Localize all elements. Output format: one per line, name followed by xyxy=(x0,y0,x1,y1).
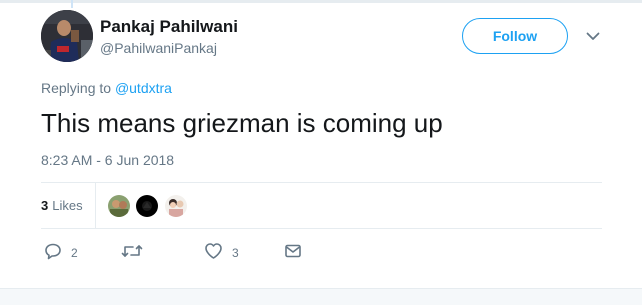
reply-count: 2 xyxy=(71,246,78,260)
top-border xyxy=(0,0,642,3)
like-action[interactable]: 3 xyxy=(204,242,239,265)
like-count: 3 xyxy=(232,246,239,260)
reply-icon xyxy=(44,242,62,265)
tweet-timestamp[interactable]: 8:23 AM - 6 Jun 2018 xyxy=(41,152,174,168)
direct-message-action[interactable] xyxy=(284,244,302,262)
chevron-down-icon[interactable] xyxy=(583,28,603,44)
envelope-icon xyxy=(284,242,302,265)
thread-connector xyxy=(71,0,73,8)
likes-stat[interactable]: 3 Likes xyxy=(41,198,83,213)
replying-prefix: Replying to xyxy=(41,80,112,96)
display-name[interactable]: Pankaj Pahilwani xyxy=(100,17,238,37)
stats-separator xyxy=(95,182,96,228)
follow-button[interactable]: Follow xyxy=(462,18,568,54)
divider-top xyxy=(41,182,602,183)
divider-bottom xyxy=(41,228,602,229)
likes-label: Likes xyxy=(52,198,83,213)
liker-avatar[interactable] xyxy=(135,194,159,218)
avatar[interactable] xyxy=(41,10,93,62)
liker-avatar[interactable] xyxy=(107,194,131,218)
user-handle[interactable]: @PahilwaniPankaj xyxy=(100,40,217,56)
likes-count: 3 xyxy=(41,198,49,213)
heart-icon xyxy=(204,242,223,265)
reply-action[interactable]: 2 xyxy=(44,242,78,265)
liker-avatar[interactable] xyxy=(164,194,188,218)
replying-to-line: Replying to @utdxtra xyxy=(41,80,172,96)
avatar-image xyxy=(41,10,93,62)
replying-to-mention[interactable]: @utdxtra xyxy=(115,80,172,96)
retweet-action[interactable] xyxy=(121,244,143,262)
tweet-text: This means griezman is coming up xyxy=(41,108,443,138)
bottom-panel xyxy=(0,288,642,305)
retweet-icon xyxy=(121,242,143,265)
